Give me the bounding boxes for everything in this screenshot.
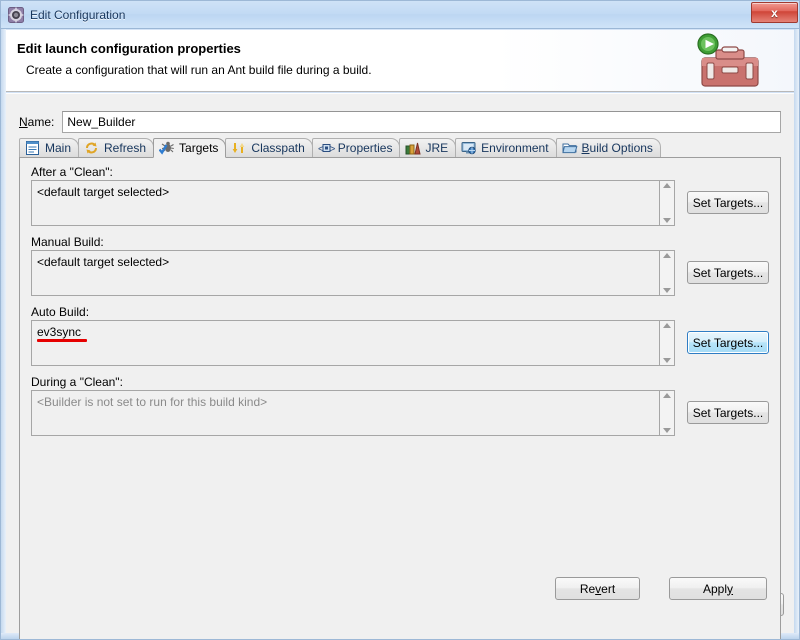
targets-field-manual-build[interactable]: <default target selected> bbox=[31, 250, 675, 296]
section-label-manual-build: Manual Build: bbox=[31, 235, 104, 249]
environment-icon bbox=[461, 141, 477, 155]
classpath-arrows-icon bbox=[231, 141, 247, 155]
tab-label: Build Options bbox=[581, 141, 653, 155]
tab-build-options[interactable]: Build Options bbox=[555, 138, 661, 157]
build-options-folder-icon bbox=[561, 141, 578, 155]
section-label-after-clean: After a "Clean": bbox=[31, 165, 113, 179]
scroll-down-icon[interactable] bbox=[663, 358, 671, 363]
revert-label: Revert bbox=[579, 581, 616, 596]
tab-label: Main bbox=[45, 141, 72, 155]
titlebar: Edit Configuration x bbox=[1, 1, 799, 29]
tab-label: Refresh bbox=[104, 141, 147, 155]
dialog-header: Edit launch configuration properties Cre… bbox=[6, 30, 794, 92]
name-label: Name: bbox=[19, 115, 55, 129]
svg-text:>: > bbox=[329, 144, 335, 155]
scroll-up-icon[interactable] bbox=[663, 323, 671, 328]
tab-label: Environment bbox=[481, 141, 549, 155]
close-icon: x bbox=[771, 5, 778, 20]
refresh-arrows-icon bbox=[84, 141, 100, 155]
targets-tab-panel: After a "Clean": <default target selecte… bbox=[19, 157, 781, 639]
apply-label: Apply bbox=[702, 581, 734, 596]
edit-configuration-window: Edit Configuration x Edit launch configu… bbox=[0, 0, 800, 640]
targets-value: <Builder is not set to run for this buil… bbox=[37, 395, 268, 409]
window-title: Edit Configuration bbox=[30, 7, 126, 22]
scroll-up-icon[interactable] bbox=[663, 253, 671, 258]
ant-targets-icon bbox=[158, 141, 175, 155]
targets-scrollbar[interactable] bbox=[660, 180, 675, 226]
targets-value: <default target selected> bbox=[37, 185, 170, 199]
targets-scrollbar[interactable] bbox=[660, 320, 675, 366]
tab-label: Targets bbox=[179, 141, 219, 155]
name-input[interactable] bbox=[62, 111, 781, 133]
tab-label: Classpath bbox=[251, 141, 305, 155]
tab-label: Properties bbox=[337, 141, 393, 155]
section-label-during-clean: During a "Clean": bbox=[31, 375, 123, 389]
close-button[interactable]: x bbox=[751, 2, 798, 23]
tab-jre[interactable]: JRE bbox=[399, 138, 457, 157]
set-targets-button-after-clean[interactable]: Set Targets... bbox=[687, 191, 769, 214]
targets-value: <default target selected> bbox=[37, 255, 170, 269]
targets-textarea[interactable]: <default target selected> bbox=[31, 250, 660, 296]
set-targets-button-during-clean[interactable]: Set Targets... bbox=[687, 401, 769, 424]
section-label-auto-build: Auto Build: bbox=[31, 305, 90, 319]
targets-value: ev3sync bbox=[37, 325, 82, 339]
apply-button[interactable]: Apply bbox=[669, 577, 767, 600]
targets-textarea[interactable]: ev3sync bbox=[31, 320, 660, 366]
main-document-icon bbox=[25, 141, 41, 155]
targets-field-after-clean[interactable]: <default target selected> bbox=[31, 180, 675, 226]
tab-targets[interactable]: Targets bbox=[153, 138, 227, 158]
targets-textarea[interactable]: <Builder is not set to run for this buil… bbox=[31, 390, 660, 436]
tab-refresh[interactable]: Refresh bbox=[78, 138, 155, 157]
targets-field-during-clean[interactable]: <Builder is not set to run for this buil… bbox=[31, 390, 675, 436]
tab-environment[interactable]: Environment bbox=[455, 138, 557, 157]
set-targets-button-auto-build[interactable]: Set Targets... bbox=[687, 331, 769, 354]
tab-classpath[interactable]: Classpath bbox=[225, 138, 313, 157]
window-frame-right bbox=[794, 29, 799, 639]
config-gear-icon bbox=[8, 6, 24, 23]
red-underline-annotation bbox=[37, 339, 87, 342]
dialog-body: Name: Main bbox=[6, 93, 794, 639]
targets-scrollbar[interactable] bbox=[660, 250, 675, 296]
header-title: Edit launch configuration properties bbox=[17, 41, 241, 56]
tab-label: JRE bbox=[425, 141, 449, 155]
targets-field-auto-build[interactable]: ev3sync bbox=[31, 320, 675, 366]
scroll-up-icon[interactable] bbox=[663, 393, 671, 398]
name-row: Name: bbox=[19, 111, 781, 133]
tab-main[interactable]: Main bbox=[19, 138, 80, 157]
tab-strip: Main Refresh Targets Classpath < > Prope… bbox=[19, 138, 781, 158]
scroll-up-icon[interactable] bbox=[663, 183, 671, 188]
targets-textarea[interactable]: <default target selected> bbox=[31, 180, 660, 226]
header-subtitle: Create a configuration that will run an … bbox=[26, 63, 372, 77]
set-targets-button-manual-build[interactable]: Set Targets... bbox=[687, 261, 769, 284]
revert-button[interactable]: Revert bbox=[555, 577, 640, 600]
ant-toolbox-run-icon bbox=[680, 30, 790, 91]
scroll-down-icon[interactable] bbox=[663, 288, 671, 293]
scroll-down-icon[interactable] bbox=[663, 428, 671, 433]
jre-books-icon bbox=[405, 141, 422, 155]
targets-scrollbar[interactable] bbox=[660, 390, 675, 436]
properties-icon: < > bbox=[318, 141, 335, 155]
tab-properties[interactable]: < > Properties bbox=[311, 138, 401, 157]
scroll-down-icon[interactable] bbox=[663, 218, 671, 223]
